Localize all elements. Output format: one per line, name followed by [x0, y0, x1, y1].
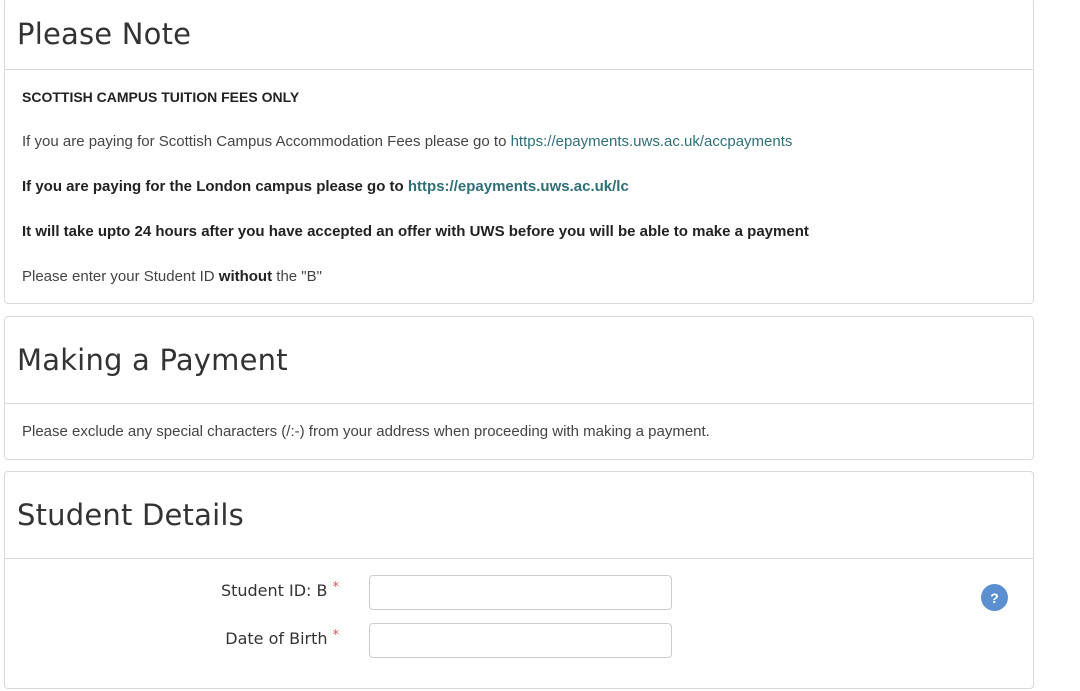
student-id-instruction: Please enter your Student ID without the… [22, 268, 322, 286]
student-id-instruction-prefix: Please enter your Student ID [22, 268, 219, 285]
student-id-label-text: Student ID: B [220, 581, 328, 600]
required-marker: * [332, 580, 340, 595]
london-notice: If you are paying for the London campus … [22, 178, 629, 196]
student-id-instruction-suffix: the "B" [272, 268, 322, 285]
please-note-title: Please Note [17, 17, 192, 51]
tuition-fees-heading: SCOTTISH CAMPUS TUITION FEES ONLY [22, 89, 300, 105]
required-marker: * [332, 628, 340, 643]
london-text: If you are paying for the London campus … [22, 178, 408, 195]
date-of-birth-label: Date of Birth * [225, 628, 340, 648]
making-payment-panel: Making a Payment Please exclude any spec… [4, 316, 1034, 460]
offer-notice: It will take upto 24 hours after you hav… [22, 223, 809, 240]
date-of-birth-input[interactable] [369, 623, 672, 658]
help-icon[interactable]: ? [981, 584, 1008, 611]
making-payment-title: Making a Payment [17, 343, 288, 377]
please-note-panel: Please Note SCOTTISH CAMPUS TUITION FEES… [4, 0, 1034, 304]
student-details-title: Student Details [17, 498, 244, 532]
london-campus-link[interactable]: https://epayments.uws.ac.uk/lc [408, 178, 629, 195]
date-of-birth-label-text: Date of Birth [225, 629, 328, 648]
student-id-instruction-bold: without [218, 268, 273, 285]
making-payment-heading: Making a Payment [5, 317, 1033, 404]
special-characters-notice: Please exclude any special characters (/… [22, 423, 710, 440]
student-id-input[interactable] [369, 575, 672, 610]
accommodation-text: If you are paying for Scottish Campus Ac… [22, 133, 511, 150]
student-id-label: Student ID: B * [220, 580, 340, 600]
student-details-panel: Student Details Student ID: B * Date of B… [4, 471, 1034, 689]
accommodation-payments-link[interactable]: https://epayments.uws.ac.uk/accpayments [511, 133, 793, 150]
student-details-heading: Student Details [5, 472, 1033, 559]
accommodation-notice: If you are paying for Scottish Campus Ac… [22, 133, 792, 151]
please-note-heading: Please Note [5, 0, 1033, 70]
